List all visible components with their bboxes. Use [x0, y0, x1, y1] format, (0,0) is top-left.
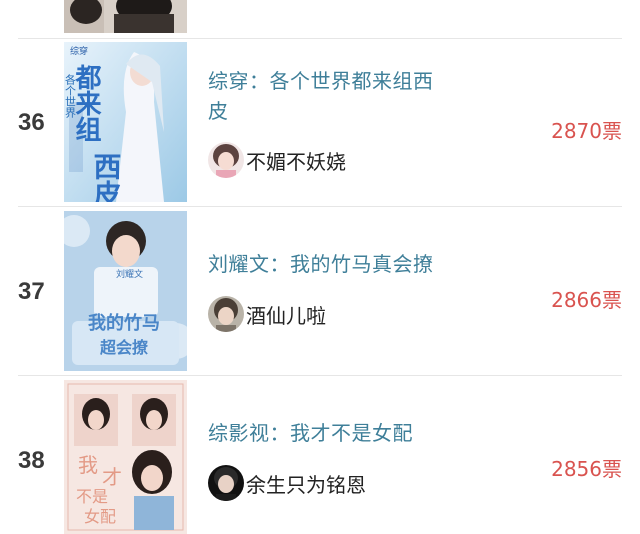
list-item[interactable]: 38 我 才 不是 女配 综影视：我才不是女配 余生只为铭恩 2856票 — [0, 376, 640, 534]
book-title[interactable]: 综影视：我才不是女配 — [208, 418, 448, 448]
vote-count: 2870票 — [551, 119, 622, 143]
author-name: 酒仙儿啦 — [246, 303, 326, 328]
book-cover[interactable]: 综穿 各个世界 都来组 西皮 — [64, 42, 187, 202]
vote-count: 2866票 — [551, 288, 622, 312]
rank-number: 36 — [18, 109, 45, 136]
author-avatar[interactable] — [208, 296, 244, 332]
cover-text: 我的竹马 — [88, 312, 160, 334]
cover-text: 刘耀文 — [116, 268, 143, 280]
book-title[interactable]: 刘耀文：我的竹马真会撩 — [208, 249, 448, 279]
cover-text: 不是 — [76, 487, 108, 506]
book-title[interactable]: 综穿：各个世界都来组西皮 — [208, 66, 448, 126]
rank-number: 38 — [18, 447, 45, 474]
cover-text: 西皮 — [90, 152, 123, 202]
cover-text: 我 — [78, 453, 98, 477]
list-item[interactable]: 36 综穿 各个世界 都来组 西皮 综穿：各个世界都来组西皮 不媚不妖娆 287… — [0, 38, 640, 206]
book-cover[interactable]: 刘耀文 我的竹马 超会撩 — [64, 211, 187, 371]
author-info[interactable]: 酒仙儿啦 — [208, 296, 326, 332]
author-info[interactable]: 余生只为铭恩 — [208, 465, 366, 501]
book-cover[interactable]: 我 才 不是 女配 — [64, 380, 187, 534]
previous-item-cover[interactable] — [64, 0, 187, 33]
vote-count: 2856票 — [551, 457, 622, 481]
cover-text: 都来组 — [71, 64, 102, 142]
cover-text: 综穿 — [70, 45, 88, 57]
cover-text: 女配 — [84, 507, 116, 526]
cover-text: 超会撩 — [99, 338, 149, 357]
rank-number: 37 — [18, 278, 45, 305]
author-info[interactable]: 不媚不妖娆 — [208, 142, 346, 178]
author-avatar[interactable] — [208, 465, 244, 501]
author-name: 余生只为铭恩 — [246, 472, 366, 497]
author-avatar[interactable] — [208, 142, 244, 178]
list-item[interactable]: 37 刘耀文 我的竹马 超会撩 刘耀文：我的竹马真会撩 酒仙儿啦 2866票 — [0, 207, 640, 375]
author-name: 不媚不妖娆 — [246, 149, 346, 174]
cover-text: 才 — [102, 465, 122, 489]
